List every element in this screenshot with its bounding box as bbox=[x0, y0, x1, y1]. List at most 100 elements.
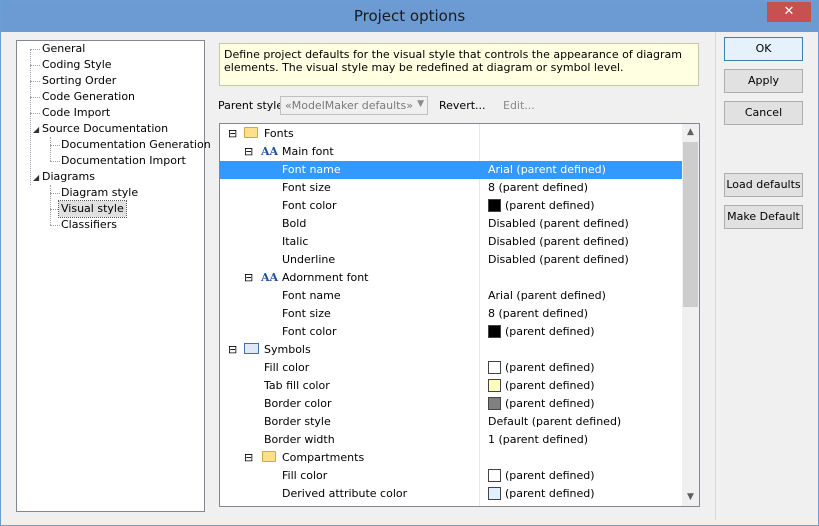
chevron-down-icon: ▼ bbox=[417, 99, 424, 109]
property-value[interactable]: Disabled (parent defined) bbox=[488, 253, 629, 266]
parent-style-label: Parent style bbox=[218, 99, 284, 112]
property-value[interactable]: (parent defined) bbox=[488, 325, 595, 338]
tree-line bbox=[30, 97, 40, 98]
make-default-button[interactable]: Make Default bbox=[724, 205, 803, 229]
nav-item-sorting-order[interactable]: Sorting Order bbox=[42, 73, 116, 89]
collapse-icon[interactable]: ⊟ bbox=[244, 145, 253, 158]
tree-line bbox=[30, 65, 40, 66]
nav-item-documentation-generation[interactable]: Documentation Generation bbox=[61, 137, 211, 153]
property-value[interactable]: Default (parent defined) bbox=[488, 415, 621, 428]
property-value[interactable]: 1 (parent defined) bbox=[488, 433, 588, 446]
grid-row[interactable]: Derived attribute color (parent defined) bbox=[220, 485, 682, 503]
property-value[interactable]: (parent defined) bbox=[488, 199, 595, 212]
vertical-scrollbar[interactable]: ▲ ▼ bbox=[682, 124, 699, 506]
property-value[interactable]: (parent defined) bbox=[488, 361, 595, 374]
visual-style-property-grid[interactable]: ⊟ Fonts ⊟ AA Main font Font name Arial (… bbox=[219, 123, 700, 507]
options-nav-tree[interactable]: General Coding Style Sorting Order Code … bbox=[16, 40, 211, 512]
grid-row[interactable]: Fill color (parent defined) bbox=[220, 467, 682, 485]
grid-row[interactable]: Underline Disabled (parent defined) bbox=[220, 251, 682, 269]
grid-row[interactable]: ⊟ Fonts bbox=[220, 125, 682, 143]
property-name: Font name bbox=[282, 163, 341, 176]
collapse-icon[interactable]: ⊟ bbox=[228, 343, 237, 356]
tree-line bbox=[30, 49, 40, 50]
grid-category-label: Main font bbox=[282, 145, 334, 158]
grid-row[interactable]: Border width 1 (parent defined) bbox=[220, 431, 682, 449]
property-value[interactable]: Arial (parent defined) bbox=[488, 289, 606, 302]
grid-category-label: Symbols bbox=[264, 343, 311, 356]
grid-row[interactable]: Font color (parent defined) bbox=[220, 323, 682, 341]
nav-item-coding-style[interactable]: Coding Style bbox=[42, 57, 112, 73]
window-title: Project options bbox=[353, 7, 466, 25]
nav-item-general[interactable]: General bbox=[42, 41, 85, 57]
nav-item-code-import[interactable]: Code Import bbox=[42, 105, 110, 121]
property-name: Derived attribute color bbox=[282, 487, 408, 500]
property-name: Fill color bbox=[282, 469, 328, 482]
grid-row[interactable]: Font color (parent defined) bbox=[220, 197, 682, 215]
grid-row[interactable]: Font size 8 (parent defined) bbox=[220, 305, 682, 323]
property-value[interactable]: (parent defined) bbox=[488, 469, 595, 482]
parent-style-row: Parent style «ModelMaker defaults» ▼ Rev… bbox=[218, 96, 698, 116]
collapse-icon[interactable]: ⊟ bbox=[244, 271, 253, 284]
property-value[interactable]: 8 (parent defined) bbox=[488, 181, 588, 194]
property-value[interactable]: 8 (parent defined) bbox=[488, 307, 588, 320]
grid-row[interactable]: Bold Disabled (parent defined) bbox=[220, 215, 682, 233]
property-name: Font color bbox=[282, 325, 337, 338]
property-value[interactable]: (parent defined) bbox=[488, 397, 595, 410]
tree-line bbox=[50, 161, 60, 162]
collapse-icon[interactable]: ⊟ bbox=[244, 451, 253, 464]
font-icon: AA bbox=[261, 145, 279, 158]
grid-row[interactable]: ⊟ Symbols bbox=[220, 341, 682, 359]
property-value[interactable]: Disabled (parent defined) bbox=[488, 217, 629, 230]
grid-category-label: Compartments bbox=[282, 451, 365, 464]
property-name: Border color bbox=[264, 397, 332, 410]
collapse-icon[interactable]: ◢ bbox=[33, 125, 39, 135]
nav-item-source-documentation[interactable]: Source Documentation bbox=[42, 121, 168, 137]
project-options-window: Project options ✕ General Coding Style S… bbox=[0, 0, 819, 526]
nav-item-diagram-style[interactable]: Diagram style bbox=[61, 185, 138, 201]
revert-button[interactable]: Revert... bbox=[439, 99, 486, 112]
property-value[interactable]: (parent defined) bbox=[488, 487, 595, 500]
color-swatch bbox=[488, 361, 501, 374]
grid-row[interactable]: Border color (parent defined) bbox=[220, 395, 682, 413]
nav-item-code-generation[interactable]: Code Generation bbox=[42, 89, 135, 105]
nav-item-diagrams[interactable]: Diagrams bbox=[42, 169, 95, 185]
collapse-icon[interactable]: ◢ bbox=[33, 173, 39, 183]
scrollbar-thumb[interactable] bbox=[683, 142, 698, 307]
tree-line bbox=[50, 193, 60, 194]
property-value[interactable]: Arial (parent defined) bbox=[488, 163, 606, 176]
property-name: Italic bbox=[282, 235, 309, 248]
tree-line bbox=[30, 49, 31, 185]
apply-button[interactable]: Apply bbox=[724, 69, 803, 93]
close-icon[interactable]: ✕ bbox=[767, 2, 811, 22]
color-swatch bbox=[488, 397, 501, 410]
nav-item-classifiers[interactable]: Classifiers bbox=[61, 217, 117, 233]
grid-row[interactable]: ⊟ Compartments bbox=[220, 449, 682, 467]
grid-row[interactable]: Font name Arial (parent defined) bbox=[220, 287, 682, 305]
property-name: Bold bbox=[282, 217, 307, 230]
property-name: Tab fill color bbox=[264, 379, 330, 392]
scroll-down-icon[interactable]: ▼ bbox=[682, 489, 699, 506]
nav-item-documentation-import[interactable]: Documentation Import bbox=[61, 153, 186, 169]
grid-row[interactable]: Tab fill color (parent defined) bbox=[220, 377, 682, 395]
grid-row[interactable]: Font size 8 (parent defined) bbox=[220, 179, 682, 197]
cancel-button[interactable]: Cancel bbox=[724, 101, 803, 125]
font-icon: AA bbox=[261, 271, 279, 284]
grid-row[interactable]: ⊟ AA Adornment font bbox=[220, 269, 682, 287]
grid-row[interactable]: Border style Default (parent defined) bbox=[220, 413, 682, 431]
property-value[interactable]: (parent defined) bbox=[488, 379, 595, 392]
collapse-icon[interactable]: ⊟ bbox=[228, 127, 237, 140]
ok-button[interactable]: OK bbox=[724, 37, 803, 61]
grid-row[interactable]: Italic Disabled (parent defined) bbox=[220, 233, 682, 251]
color-swatch bbox=[488, 325, 501, 338]
grid-row[interactable]: Fill color (parent defined) bbox=[220, 359, 682, 377]
nav-item-visual-style[interactable]: Visual style bbox=[58, 200, 127, 218]
grid-row-selected[interactable]: Font name Arial (parent defined) bbox=[220, 161, 682, 179]
grid-row[interactable]: ⊟ AA Main font bbox=[220, 143, 682, 161]
property-value[interactable]: Disabled (parent defined) bbox=[488, 235, 629, 248]
parent-style-select[interactable]: «ModelMaker defaults» ▼ bbox=[280, 96, 428, 115]
property-name: Font size bbox=[282, 307, 331, 320]
load-defaults-button[interactable]: Load defaults bbox=[724, 173, 803, 197]
edit-button[interactable]: Edit... bbox=[503, 99, 535, 112]
scroll-up-icon[interactable]: ▲ bbox=[682, 124, 699, 141]
folder-icon bbox=[262, 451, 276, 465]
